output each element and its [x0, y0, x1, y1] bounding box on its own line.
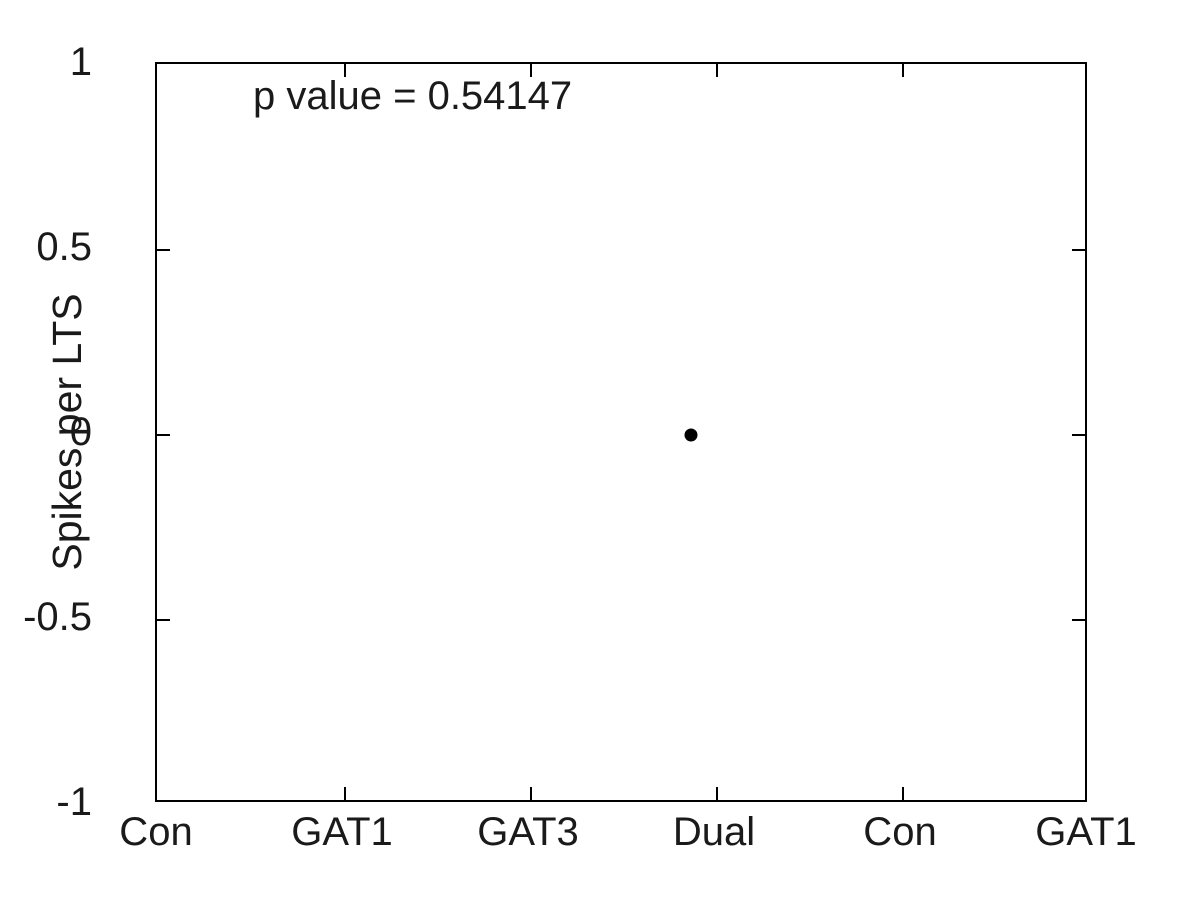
y-tick-label-1: 1: [69, 40, 92, 84]
x-tick-bottom-con-2: [902, 787, 904, 800]
y-tick-label-0.5: 0.5: [36, 225, 92, 269]
p-value-annotation: p value = 0.54147: [253, 74, 573, 118]
data-point-dual[interactable]: [684, 428, 698, 442]
x-tick-top-gat1-1: [344, 64, 346, 77]
y-tick-label-0: 0: [69, 410, 92, 454]
x-tick-label-con-1: Con: [119, 810, 193, 854]
x-tick-label-gat1-1: GAT1: [291, 810, 393, 854]
y-tick-label-neg1: -1: [56, 780, 92, 824]
figure-canvas: Spikes per LTS 1 0.5 0 -0.5 -1 Con GAT1 …: [0, 0, 1200, 900]
x-tick-bottom-dual: [716, 787, 718, 800]
y-tick-left-0: [157, 434, 170, 436]
x-tick-bottom-gat3: [530, 787, 532, 800]
x-tick-bottom-gat1-1: [344, 787, 346, 800]
x-tick-label-dual: Dual: [672, 810, 756, 854]
x-tick-top-dual: [716, 64, 718, 77]
y-tick-right-0: [1072, 434, 1085, 436]
y-tick-label-neg0.5: -0.5: [23, 595, 92, 639]
x-tick-label-gat3: GAT3: [477, 810, 579, 854]
plot-area: p value = 0.54147: [155, 62, 1087, 802]
x-tick-label-con-2: Con: [863, 810, 937, 854]
x-tick-top-con-2: [902, 64, 904, 77]
y-tick-right-neg0.5: [1072, 619, 1085, 621]
x-tick-label-gat1-2: GAT1: [1035, 810, 1137, 854]
y-tick-left-neg0.5: [157, 619, 170, 621]
y-tick-right-0.5: [1072, 249, 1085, 251]
x-tick-top-gat3: [530, 64, 532, 77]
y-tick-left-0.5: [157, 249, 170, 251]
